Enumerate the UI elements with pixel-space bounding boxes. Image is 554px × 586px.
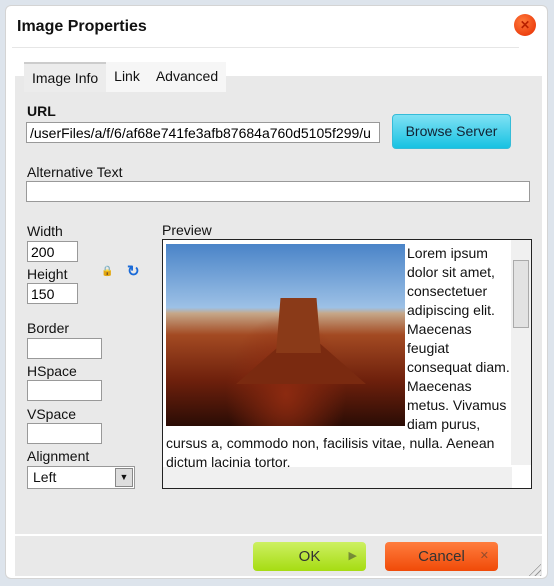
browse-server-button[interactable]: Browse Server [392,114,511,149]
url-label: URL [27,103,56,119]
vspace-input[interactable] [27,423,102,444]
preview-box: Lorem ipsum dolor sit amet, consectetuer… [162,239,532,489]
width-input[interactable] [27,241,78,262]
preview-label: Preview [162,222,212,238]
tab-image-info[interactable]: Image Info [24,62,107,92]
alignment-value: Left [33,469,57,485]
reset-size-icon[interactable]: ↻ [127,262,140,280]
divider [12,47,519,48]
chevron-down-icon[interactable]: ▼ [115,468,133,487]
height-label: Height [27,266,68,282]
dialog-footer: OK ▶ Cancel ✕ [15,536,542,576]
cancel-button[interactable]: Cancel ✕ [385,542,498,571]
border-input[interactable] [27,338,102,359]
tab-advanced[interactable]: Advanced [148,62,226,92]
alt-text-label: Alternative Text [27,164,123,180]
alt-text-input[interactable] [26,181,530,202]
close-icon: ✕ [479,550,489,562]
border-label: Border [27,320,70,336]
close-icon[interactable]: ✕ [514,14,536,36]
width-label: Width [27,223,63,239]
lock-ratio-icon[interactable]: 🔒 [101,266,113,277]
hspace-input[interactable] [27,380,102,401]
arrow-right-icon: ▶ [348,550,357,562]
preview-text: Lorem ipsum dolor sit amet, consectetuer… [166,245,510,470]
hspace-label: HSpace [27,363,77,379]
vertical-scrollbar[interactable] [511,240,531,465]
height-input[interactable] [27,283,78,304]
horizontal-scrollbar[interactable] [163,467,512,488]
vspace-label: VSpace [27,406,77,422]
dialog-title: Image Properties [17,18,147,35]
alignment-select[interactable]: Left ▼ [27,466,135,489]
alignment-label: Alignment [27,448,90,464]
ok-button[interactable]: OK ▶ [253,542,366,571]
tab-bar: Image Info Link Advanced [24,62,227,92]
tab-link[interactable]: Link [106,62,148,92]
url-input[interactable] [26,122,380,143]
image-properties-dialog: Image Properties ✕ Image Info Link Advan… [5,5,548,579]
